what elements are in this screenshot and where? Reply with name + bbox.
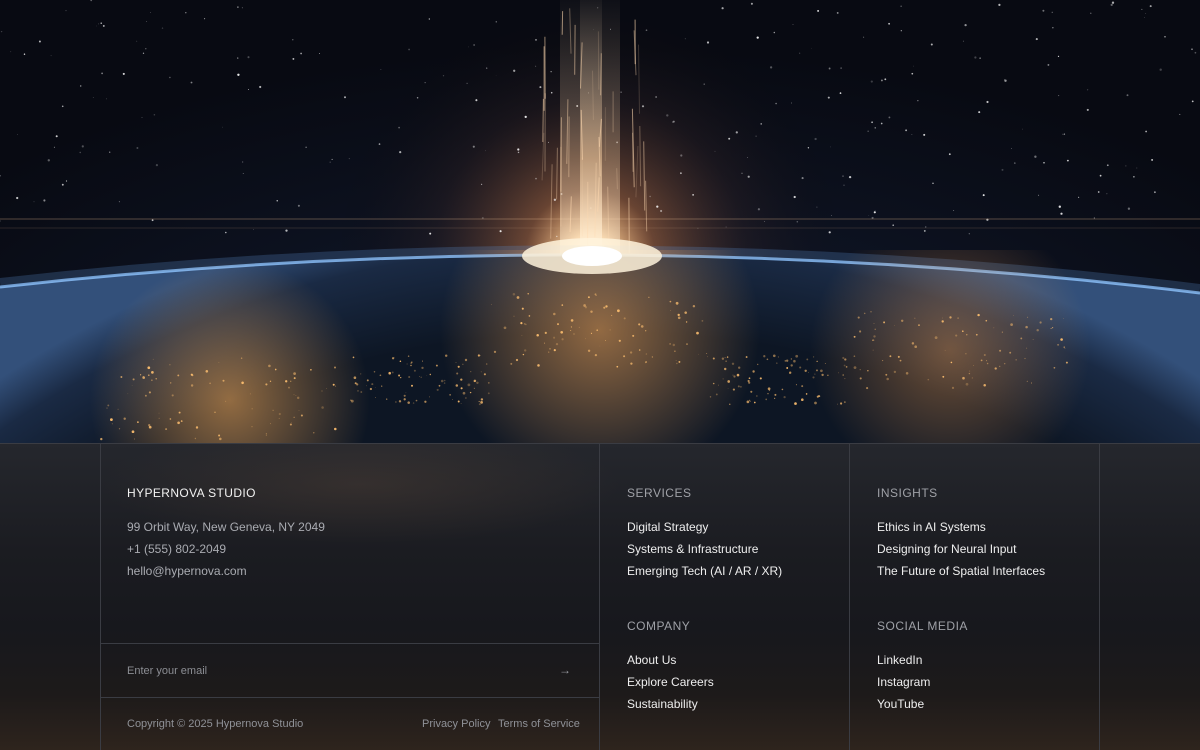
company-link-about-us[interactable]: About Us: [627, 653, 676, 667]
company-heading: COMPANY: [627, 619, 691, 633]
hero-image: [0, 0, 1200, 443]
email-input[interactable]: [127, 662, 547, 680]
divider: [849, 444, 850, 750]
newsletter-form: →: [101, 644, 599, 698]
company-link-careers[interactable]: Explore Careers: [627, 675, 714, 689]
services-heading: SERVICES: [627, 486, 692, 500]
arrow-right-icon[interactable]: →: [555, 660, 575, 680]
insights-link-ethics-ai[interactable]: Ethics in AI Systems: [877, 520, 986, 534]
social-link-youtube[interactable]: YouTube: [877, 697, 924, 711]
brand-name: HYPERNOVA STUDIO: [127, 486, 256, 500]
services-link-digital-strategy[interactable]: Digital Strategy: [627, 520, 708, 534]
social-link-linkedin[interactable]: LinkedIn: [877, 653, 922, 667]
social-link-instagram[interactable]: Instagram: [877, 675, 930, 689]
social-media-heading: SOCIAL MEDIA: [877, 619, 968, 633]
services-link-systems-infrastructure[interactable]: Systems & Infrastructure: [627, 542, 758, 556]
site-footer: HYPERNOVA STUDIO 99 Orbit Way, New Genev…: [0, 443, 1200, 750]
insights-heading: INSIGHTS: [877, 486, 938, 500]
insights-link-spatial-interfaces[interactable]: The Future of Spatial Interfaces: [877, 564, 1045, 578]
copyright-text: Copyright © 2025 Hypernova Studio: [127, 718, 304, 730]
address: 99 Orbit Way, New Geneva, NY 2049: [127, 520, 325, 534]
privacy-policy-link[interactable]: Privacy Policy: [422, 718, 490, 730]
email-address[interactable]: hello@hypernova.com: [127, 564, 247, 578]
services-link-emerging-tech[interactable]: Emerging Tech (AI / AR / XR): [627, 564, 782, 578]
terms-of-service-link[interactable]: Terms of Service: [498, 718, 580, 730]
phone-number[interactable]: +1 (555) 802-2049: [127, 542, 226, 556]
earth-horizon-illustration: [0, 0, 1200, 443]
insights-link-neural-input[interactable]: Designing for Neural Input: [877, 542, 1016, 556]
divider: [1099, 444, 1100, 750]
divider: [599, 444, 600, 750]
company-link-sustainability[interactable]: Sustainability: [627, 697, 698, 711]
divider: [100, 444, 101, 750]
